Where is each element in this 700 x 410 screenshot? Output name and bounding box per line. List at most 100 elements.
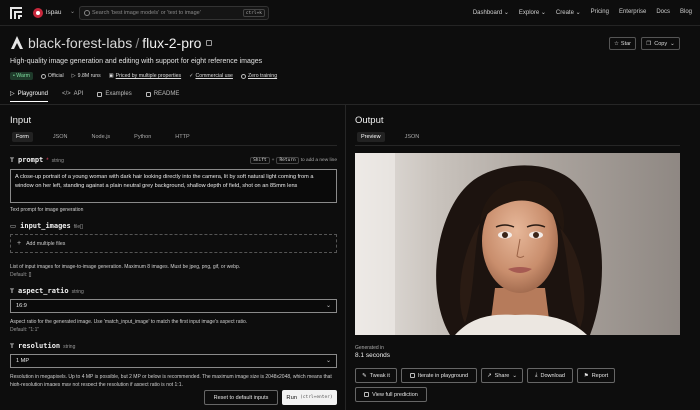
- download-button[interactable]: ⤓ Download: [527, 368, 573, 383]
- shield-icon: [240, 73, 246, 79]
- check-badge-icon: [40, 73, 46, 79]
- playground-icon: [409, 373, 415, 378]
- tab-form[interactable]: Form: [12, 132, 33, 142]
- tab-api[interactable]: </> API: [62, 90, 83, 102]
- username[interactable]: lspau: [46, 9, 62, 16]
- model-description: High-quality image generation and editin…: [10, 58, 263, 65]
- chevron-down-icon: ⌄: [325, 358, 331, 364]
- newline-hint: Shift + Return to add a new line: [250, 157, 337, 164]
- share-button[interactable]: ↗ Share ⌄: [481, 368, 523, 383]
- input-images-default: Default: []: [10, 272, 32, 278]
- check-icon: ✓: [189, 73, 194, 79]
- aspect-ratio-default: Default: "1:1": [10, 327, 40, 333]
- input-heading: Input: [10, 115, 32, 126]
- report-button[interactable]: ⚑ Report: [577, 368, 615, 383]
- copy-small-icon: ❐: [646, 40, 652, 47]
- user-avatar[interactable]: [33, 8, 43, 18]
- tab-python[interactable]: Python: [130, 132, 155, 142]
- document-icon: [364, 392, 370, 397]
- grid-icon: [97, 91, 103, 97]
- input-images-label: ▭ input_images file[]: [10, 222, 83, 230]
- input-tabs-divider: [10, 145, 337, 146]
- resolution-select[interactable]: 1 MP ⌄: [10, 354, 337, 368]
- wand-icon: ✎: [362, 372, 367, 379]
- model-badges: • Warm Official ▷ 9.8M runs ▣ Priced by mu…: [10, 72, 277, 80]
- view-full-prediction-button[interactable]: View full prediction: [355, 387, 427, 402]
- prompt-help: Text prompt for image generation: [10, 207, 84, 213]
- runs-badge: ▷ 9.8M runs: [71, 73, 101, 79]
- iterate-button[interactable]: Iterate in playground: [401, 368, 477, 383]
- nav-blog[interactable]: Blog: [680, 9, 692, 16]
- search-icon: [84, 10, 90, 16]
- official-badge[interactable]: Official: [40, 73, 64, 79]
- warm-badge: • Warm: [10, 72, 33, 80]
- top-nav: lspau ⌄ Search 'best image models' or 't…: [0, 0, 700, 26]
- chevron-down-icon[interactable]: ⌄: [70, 8, 75, 15]
- search-shortcut: ctrl+k: [242, 9, 265, 17]
- panel-divider: [345, 105, 346, 410]
- aspect-ratio-label: T aspect_ratio string: [10, 287, 84, 295]
- pricing-badge[interactable]: ▣ Priced by multiple properties: [109, 73, 181, 79]
- tag-icon: ▣: [108, 73, 114, 79]
- tab-preview[interactable]: Preview: [357, 132, 385, 142]
- prompt-label: T prompt * string: [10, 156, 64, 164]
- aspect-ratio-select[interactable]: 16:9 ⌄: [10, 299, 337, 313]
- resolution-label: T resolution string: [10, 342, 76, 350]
- file-icon: ▭: [10, 223, 17, 230]
- download-icon: ⤓: [535, 372, 538, 378]
- generated-label: Generated in: [355, 345, 384, 351]
- aspect-ratio-help: Aspect ratio for the generated image. Us…: [10, 319, 248, 325]
- play-icon: ▷: [71, 73, 76, 79]
- prompt-textarea[interactable]: A close-up portrait of a young woman wit…: [10, 169, 337, 203]
- nav-pricing[interactable]: Pricing: [591, 9, 609, 16]
- nav-docs[interactable]: Docs: [656, 9, 670, 16]
- output-heading: Output: [355, 115, 384, 126]
- model-title: black-forest-labs / flux-2-pro: [10, 35, 213, 51]
- tab-output-json[interactable]: JSON: [401, 132, 424, 142]
- bfl-logo-icon: [10, 36, 24, 50]
- star-icon: ☆: [613, 40, 619, 47]
- reset-button[interactable]: Reset to default inputs: [204, 390, 278, 405]
- training-badge[interactable]: Zero training: [240, 73, 277, 79]
- nav-create[interactable]: Create ⌄: [556, 9, 581, 16]
- portrait-image: [355, 153, 680, 335]
- run-button[interactable]: Run (ctrl+enter): [282, 390, 337, 405]
- chevron-down-icon: ⌄: [325, 303, 331, 309]
- title-separator: /: [135, 35, 140, 51]
- generated-time: 8.1 seconds: [355, 352, 391, 359]
- tab-nodejs[interactable]: Node.js: [88, 132, 115, 142]
- text-icon: T: [10, 343, 14, 350]
- page-tabs: ▷ Playground </> API Examples README: [10, 90, 179, 102]
- input-format-tabs: Form JSON Node.js Python HTTP: [12, 132, 194, 142]
- nav-explore[interactable]: Explore ⌄: [519, 9, 546, 16]
- replicate-logo-icon[interactable]: [10, 7, 22, 19]
- play-icon: ▷: [10, 91, 15, 97]
- tabs-divider: [0, 104, 700, 105]
- tab-readme[interactable]: README: [145, 90, 179, 102]
- search-placeholder: Search 'best image models' or 'text to i…: [92, 10, 201, 16]
- copy-button[interactable]: ❐ Copy ⌄: [641, 37, 680, 50]
- tab-examples[interactable]: Examples: [97, 90, 132, 102]
- nav-links: Dashboard ⌄ Explore ⌄ Create ⌄ Pricing E…: [473, 9, 692, 16]
- flag-icon: ⚑: [583, 372, 589, 379]
- code-icon: </>: [61, 91, 71, 97]
- model-name: flux-2-pro: [142, 35, 202, 51]
- chevron-down-icon: ⌄: [512, 372, 517, 379]
- star-button[interactable]: ☆ Star: [609, 37, 636, 50]
- tab-playground[interactable]: ▷ Playground: [10, 90, 48, 102]
- generated-image[interactable]: [355, 153, 680, 335]
- file-dropzone[interactable]: + Add multiple files: [10, 234, 337, 253]
- share-icon: ↗: [487, 372, 492, 379]
- text-icon: T: [10, 288, 14, 295]
- tab-json[interactable]: JSON: [49, 132, 72, 142]
- search-input[interactable]: Search 'best image models' or 'text to i…: [79, 6, 269, 20]
- nav-enterprise[interactable]: Enterprise: [619, 9, 646, 16]
- output-tabs-divider: [355, 145, 680, 146]
- tab-http[interactable]: HTTP: [171, 132, 193, 142]
- commercial-badge[interactable]: ✓ Commercial use: [189, 73, 233, 79]
- tweak-button[interactable]: ✎ Tweak it: [355, 368, 397, 383]
- org-name[interactable]: black-forest-labs: [28, 35, 132, 51]
- chevron-down-icon: ⌄: [670, 40, 675, 47]
- nav-dashboard[interactable]: Dashboard ⌄: [473, 9, 509, 16]
- copy-icon[interactable]: [206, 40, 213, 46]
